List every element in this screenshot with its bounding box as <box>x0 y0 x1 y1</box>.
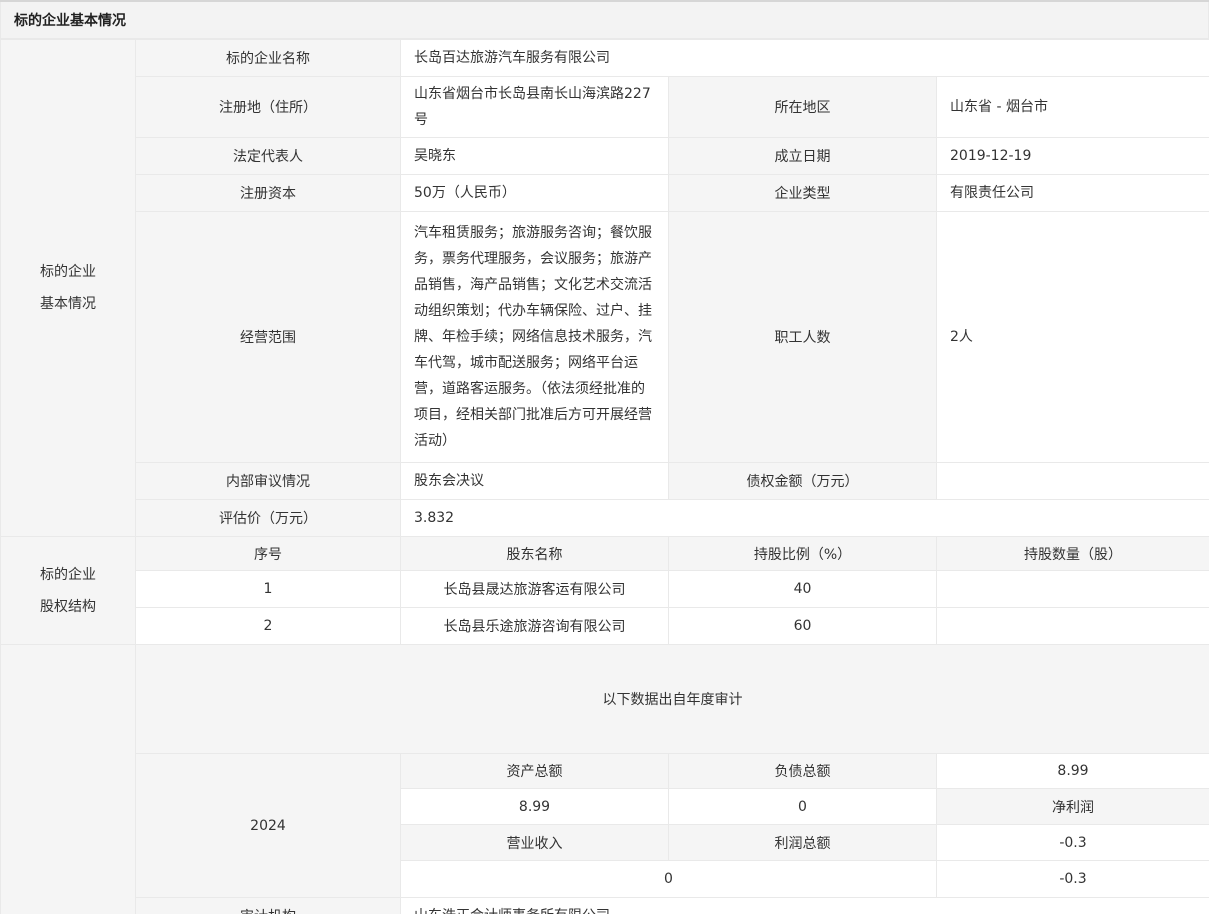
financial-value-total-liabilities: 0 <box>669 789 937 825</box>
field-label-employee-count: 职工人数 <box>669 212 937 463</box>
field-label-registered-address: 注册地（住所） <box>136 77 401 138</box>
field-value-region: 山东省 - 烟台市 <box>937 77 1209 138</box>
field-value-founding-date: 2019-12-19 <box>937 138 1209 175</box>
group-label-equity-structure-line2: 股权结构 <box>1 591 135 623</box>
field-label-internal-review: 内部审议情况 <box>136 463 401 500</box>
equity-header-shareholder-name: 股东名称 <box>401 537 669 571</box>
field-label-debt-amount: 债权金额（万元） <box>669 463 937 500</box>
group-label-basic-info-line2: 基本情况 <box>1 288 135 320</box>
financial-value-total-profit: -0.3 <box>937 861 1209 898</box>
field-value-business-scope: 汽车租赁服务；旅游服务咨询；餐饮服务，票务代理服务，会议服务；旅游产品销售，海产… <box>401 212 669 463</box>
field-value-registered-address: 山东省烟台市长岛县南长山海滨路227号 <box>401 77 669 138</box>
financial-header-total-profit: 利润总额 <box>669 825 937 861</box>
financial-header-revenue: 营业收入 <box>401 825 669 861</box>
field-value-employee-count: 2人 <box>937 212 1209 463</box>
target-enterprise-info-panel: 标的企业基本情况 标的企业 基本情况 标的企业名称 长岛百达旅游汽车服务有限公司… <box>0 0 1209 914</box>
equity-header-share-count: 持股数量（股） <box>937 537 1209 571</box>
shareholder-share-count <box>937 571 1209 608</box>
field-value-debt-amount <box>937 463 1209 500</box>
field-label-region: 所在地区 <box>669 77 937 138</box>
field-label-business-scope: 经营范围 <box>136 212 401 463</box>
financial-value-total-assets: 8.99 <box>401 789 669 825</box>
field-label-founding-date: 成立日期 <box>669 138 937 175</box>
field-label-registered-capital: 注册资本 <box>136 175 401 212</box>
shareholder-ratio: 60 <box>669 608 937 645</box>
enterprise-info-table: 标的企业 基本情况 标的企业名称 长岛百达旅游汽车服务有限公司 注册地（住所） … <box>0 39 1209 914</box>
group-label-basic-info: 标的企业 基本情况 <box>1 40 136 537</box>
group-label-basic-info-line1: 标的企业 <box>1 256 135 288</box>
financial-year: 2024 <box>136 754 401 898</box>
field-label-company-type: 企业类型 <box>669 175 937 212</box>
shareholder-index: 1 <box>136 571 401 608</box>
financial-value-owner-equity: 8.99 <box>937 754 1209 789</box>
field-value-registered-capital: 50万（人民币） <box>401 175 669 212</box>
group-cell-financials <box>1 645 136 914</box>
field-label-legal-representative: 法定代表人 <box>136 138 401 175</box>
financial-value-revenue: 0 <box>401 861 937 898</box>
financial-header-total-assets: 资产总额 <box>401 754 669 789</box>
annual-audit-banner: 以下数据出自年度审计 <box>136 645 1209 754</box>
field-value-audit-agency: 山东浩正会计师事务所有限公司 <box>401 898 1209 914</box>
equity-header-index: 序号 <box>136 537 401 571</box>
group-label-equity-structure-line1: 标的企业 <box>1 559 135 591</box>
shareholder-ratio: 40 <box>669 571 937 608</box>
field-value-company-type: 有限责任公司 <box>937 175 1209 212</box>
group-label-equity-structure: 标的企业 股权结构 <box>1 537 136 645</box>
shareholder-row: 1 长岛县晟达旅游客运有限公司 40 <box>1 571 1209 608</box>
field-value-appraisal-price: 3.832 <box>401 500 1209 537</box>
field-label-company-name: 标的企业名称 <box>136 40 401 77</box>
financial-header-net-profit: 净利润 <box>937 789 1209 825</box>
shareholder-share-count <box>937 608 1209 645</box>
financial-value-net-profit: -0.3 <box>937 825 1209 861</box>
financial-header-total-liabilities: 负债总额 <box>669 754 937 789</box>
field-value-company-name: 长岛百达旅游汽车服务有限公司 <box>401 40 1209 77</box>
shareholder-row: 2 长岛县乐途旅游咨询有限公司 60 <box>1 608 1209 645</box>
shareholder-index: 2 <box>136 608 401 645</box>
field-value-internal-review: 股东会决议 <box>401 463 669 500</box>
field-label-appraisal-price: 评估价（万元） <box>136 500 401 537</box>
section-title: 标的企业基本情况 <box>0 2 1209 39</box>
shareholder-name: 长岛县乐途旅游咨询有限公司 <box>401 608 669 645</box>
field-value-legal-representative: 吴晓东 <box>401 138 669 175</box>
equity-header-share-ratio: 持股比例（%） <box>669 537 937 571</box>
field-label-audit-agency: 审计机构 <box>136 898 401 914</box>
shareholder-name: 长岛县晟达旅游客运有限公司 <box>401 571 669 608</box>
